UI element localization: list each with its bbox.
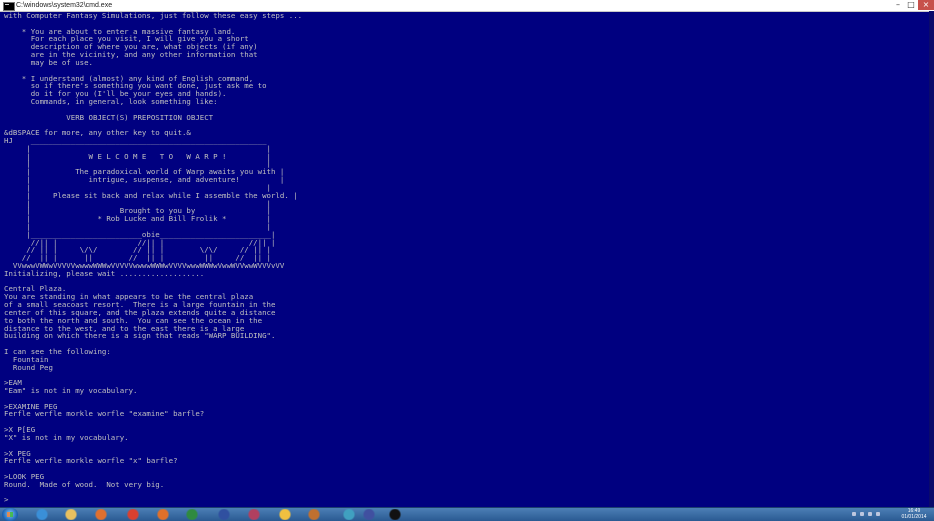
cmd-icon[interactable] (386, 509, 404, 520)
clock-date: 01/01/2014 (901, 514, 927, 520)
console-text: with Computer Fantasy Simulations, just … (4, 12, 303, 505)
tray-flag-icon[interactable] (852, 512, 856, 516)
media-player-icon[interactable] (92, 509, 110, 520)
tray-volume-icon[interactable] (868, 512, 872, 516)
ie-icon[interactable] (33, 509, 51, 520)
folder-icon[interactable] (276, 509, 294, 520)
tray-battery-icon[interactable] (876, 512, 880, 516)
console-output[interactable]: with Computer Fantasy Simulations, just … (4, 12, 929, 506)
minimize-button[interactable]: – (892, 0, 904, 10)
start-button[interactable] (2, 508, 18, 521)
tray-clock[interactable]: 16:49 01/01/2014 (895, 508, 933, 521)
tray-network-icon[interactable] (860, 512, 864, 516)
excel-icon[interactable] (183, 509, 201, 520)
chrome-icon[interactable] (124, 509, 142, 520)
photo-icon[interactable] (245, 509, 263, 520)
window-titlebar[interactable]: C:\windows\system32\cmd.exe – □ × (0, 0, 934, 12)
explorer-icon[interactable] (62, 509, 80, 520)
maximize-button[interactable]: □ (905, 0, 917, 10)
game-icon[interactable] (305, 509, 323, 520)
firefox-icon[interactable] (154, 509, 172, 520)
network-app-icon[interactable] (360, 509, 378, 520)
system-tray (850, 511, 890, 518)
cmd-window-icon (3, 2, 15, 11)
word-icon[interactable] (215, 509, 233, 520)
window-title: C:\windows\system32\cmd.exe (16, 2, 113, 9)
app-icon[interactable] (340, 509, 358, 520)
close-button[interactable]: × (918, 0, 934, 10)
console-scrollbar[interactable] (929, 11, 934, 507)
taskbar: 16:49 01/01/2014 (0, 507, 934, 521)
